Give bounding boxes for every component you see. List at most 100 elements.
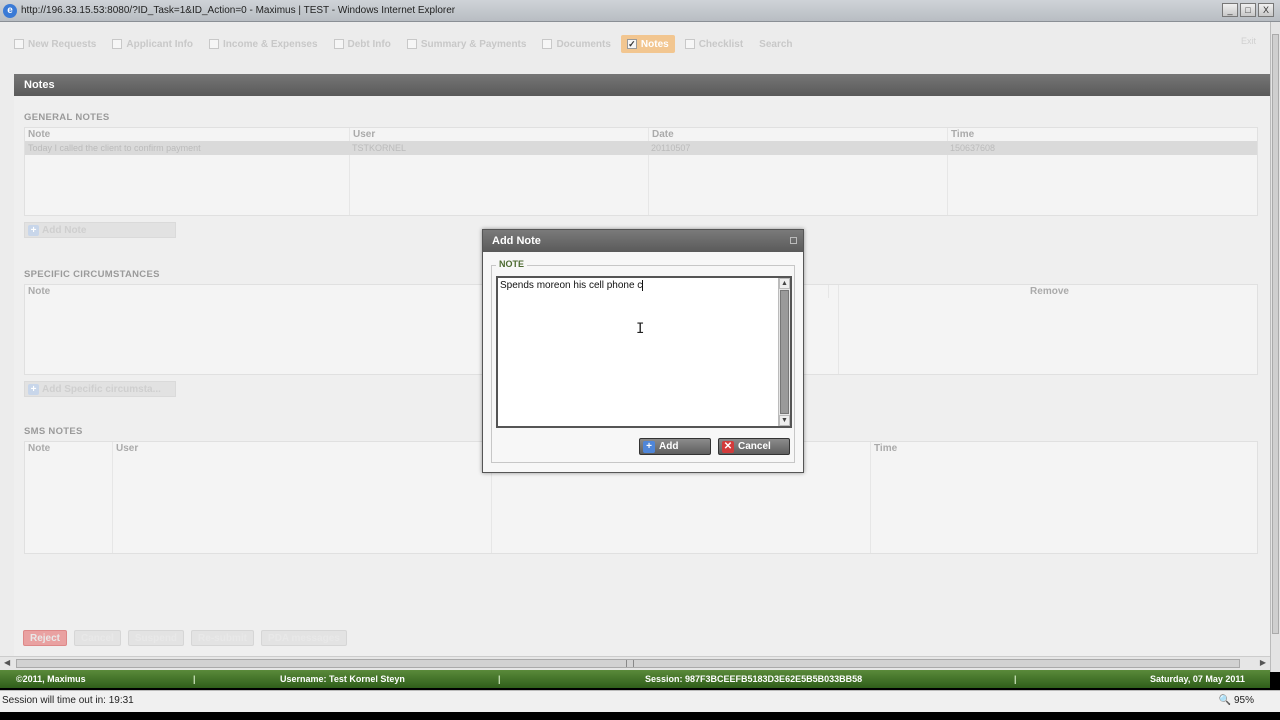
textarea-scrollbar[interactable]: ▲ ▼ [778, 278, 790, 426]
close-dialog-icon[interactable] [790, 237, 797, 244]
tab-summary-payments[interactable]: Summary & Payments [401, 35, 533, 53]
column-header-remove[interactable]: Remove [838, 285, 1257, 298]
tab-checkbox-icon [112, 39, 123, 49]
textarea-scroll-thumb[interactable] [780, 290, 789, 414]
note-text-value: Spends moreon his cell phone c [500, 280, 643, 292]
action-buttons: Reject Cancel Suspend Re-submit PDA mess… [23, 630, 347, 646]
cell-date: 20110507 [651, 143, 691, 153]
scroll-up-icon[interactable]: ▲ [779, 278, 790, 289]
reject-button[interactable]: Reject [23, 630, 68, 646]
empty-cell [838, 298, 1257, 374]
note-textarea[interactable]: Spends moreon his cell phone c ▲ ▼ [496, 276, 792, 428]
dialog-title-bar: Add Note [483, 230, 803, 252]
empty-cell [870, 455, 1257, 553]
note-text: Spends moreon his cell phone c [500, 280, 644, 292]
note-legend: NOTE [496, 259, 528, 269]
app-status-bar: ©2011, Maximus | Username: Test Kornel S… [0, 670, 1270, 688]
empty-cell [648, 155, 947, 215]
general-notes-section: GENERAL NOTES Note User Date Time Today … [24, 112, 1258, 238]
cell-user: TSTKORNEL [352, 143, 407, 153]
zoom-value: 95% [1233, 695, 1254, 706]
scroll-left-icon[interactable]: ◀ [4, 658, 10, 667]
table-row[interactable]: Today I called the client to confirm pay… [25, 141, 1257, 155]
tab-checkbox-icon [209, 39, 220, 49]
tab-applicant-info[interactable]: Applicant Info [106, 35, 199, 53]
add-specific-circumstance-button[interactable]: + Add Specific circumsta... [24, 381, 176, 397]
date-text: Saturday, 07 May 2011 [1150, 674, 1245, 684]
status-separator: | [1014, 674, 1017, 684]
pda-messages-button[interactable]: PDA messages [260, 630, 347, 646]
status-separator: | [498, 674, 501, 684]
window-title: http://196.33.15.53:8080/?ID_Task=1&ID_A… [21, 5, 456, 16]
empty-cell [349, 155, 648, 215]
username-text: Username: Test Kornel Steyn [280, 674, 405, 684]
internet-explorer-icon: e [3, 3, 17, 18]
panel-title: Notes [14, 74, 1270, 96]
tab-notes[interactable]: ✓ Notes [620, 35, 675, 53]
copyright-text: ©2011, Maximus [16, 674, 86, 684]
tab-checkbox-icon [333, 39, 344, 49]
column-header-date[interactable]: Date [648, 128, 947, 141]
minimize-button[interactable]: _ [1222, 3, 1238, 17]
column-header-blank [828, 285, 838, 298]
wizard-tabs: New Requests Applicant Info Income & Exp… [0, 32, 803, 56]
vertical-scroll-thumb[interactable] [1272, 34, 1279, 634]
session-timeout-text: Session will time out in: 19:31 [2, 695, 134, 706]
window-controls: _ □ X [1222, 3, 1274, 17]
suspend-button[interactable]: Suspend [127, 630, 185, 646]
zoom-level[interactable]: 🔍 95% [1219, 691, 1254, 711]
plus-icon: + [643, 440, 655, 453]
tab-check-icon: ✓ [626, 39, 637, 49]
cancel-request-button[interactable]: Cancel [74, 630, 121, 646]
scroll-right-icon[interactable]: ▶ [1260, 658, 1266, 667]
empty-cell [25, 455, 112, 553]
note-fieldset: NOTE Spends moreon his cell phone c ▲ ▼ [491, 259, 795, 463]
add-note-button[interactable]: + Add Note [24, 222, 176, 238]
plus-icon: + [28, 383, 39, 395]
close-window-button[interactable]: X [1258, 3, 1274, 17]
scroll-down-icon[interactable]: ▼ [779, 415, 790, 426]
horizontal-scrollbar[interactable]: ◀ ▶ [0, 656, 1270, 670]
tab-checkbox-icon [684, 39, 695, 49]
cell-note: Today I called the client to confirm pay… [28, 143, 201, 153]
grid-header: Note User Date Time [25, 128, 1257, 141]
session-text: Session: 987F3BCEEFB5183D3E62E5B5B033BB5… [645, 674, 863, 684]
tab-income-expenses[interactable]: Income & Expenses [203, 35, 323, 53]
text-caret [642, 280, 644, 291]
vertical-scrollbar[interactable] [1270, 22, 1280, 672]
column-header-user[interactable]: User [349, 128, 648, 141]
tab-documents[interactable]: Documents [536, 35, 616, 53]
add-note-dialog: Add Note NOTE Spends moreon his cell pho… [482, 229, 804, 473]
empty-cell [25, 155, 349, 215]
status-separator: | [193, 674, 196, 684]
resubmit-button[interactable]: Re-submit [191, 630, 254, 646]
empty-cell [112, 455, 491, 553]
empty-cell [947, 155, 1257, 215]
column-header-time[interactable]: Time [870, 442, 1257, 455]
tab-new-requests[interactable]: New Requests [8, 35, 102, 53]
cell-time: 150637608 [950, 143, 996, 153]
tab-checklist[interactable]: Checklist [679, 35, 749, 53]
tab-checkbox-icon [14, 39, 24, 49]
general-notes-grid: Note User Date Time Today I called the c… [24, 127, 1258, 216]
add-button[interactable]: + Add [639, 438, 711, 455]
general-notes-title: GENERAL NOTES [24, 112, 110, 123]
window-title-bar: e http://196.33.15.53:8080/?ID_Task=1&ID… [0, 0, 1280, 22]
cancel-button[interactable]: ✕ Cancel [718, 438, 790, 455]
text-cursor-icon: I [636, 321, 645, 337]
column-header-note[interactable]: Note [25, 442, 112, 455]
grip-icon [626, 660, 634, 667]
column-header-time[interactable]: Time [947, 128, 1257, 141]
column-header-user[interactable]: User [112, 442, 491, 455]
grid-empty-body [25, 155, 1257, 215]
tab-checkbox-icon [406, 39, 417, 49]
exit-link[interactable]: Exit [1241, 36, 1256, 46]
browser-status-bar: Session will time out in: 19:31 🔍 95% [0, 690, 1280, 712]
tab-checkbox-icon [542, 39, 553, 49]
dialog-title: Add Note [492, 235, 541, 247]
maximize-button[interactable]: □ [1240, 3, 1256, 17]
close-icon: ✕ [722, 440, 734, 453]
tab-search[interactable]: Search [753, 35, 798, 53]
tab-debt-info[interactable]: Debt Info [328, 35, 397, 53]
column-header-note[interactable]: Note [25, 128, 349, 141]
